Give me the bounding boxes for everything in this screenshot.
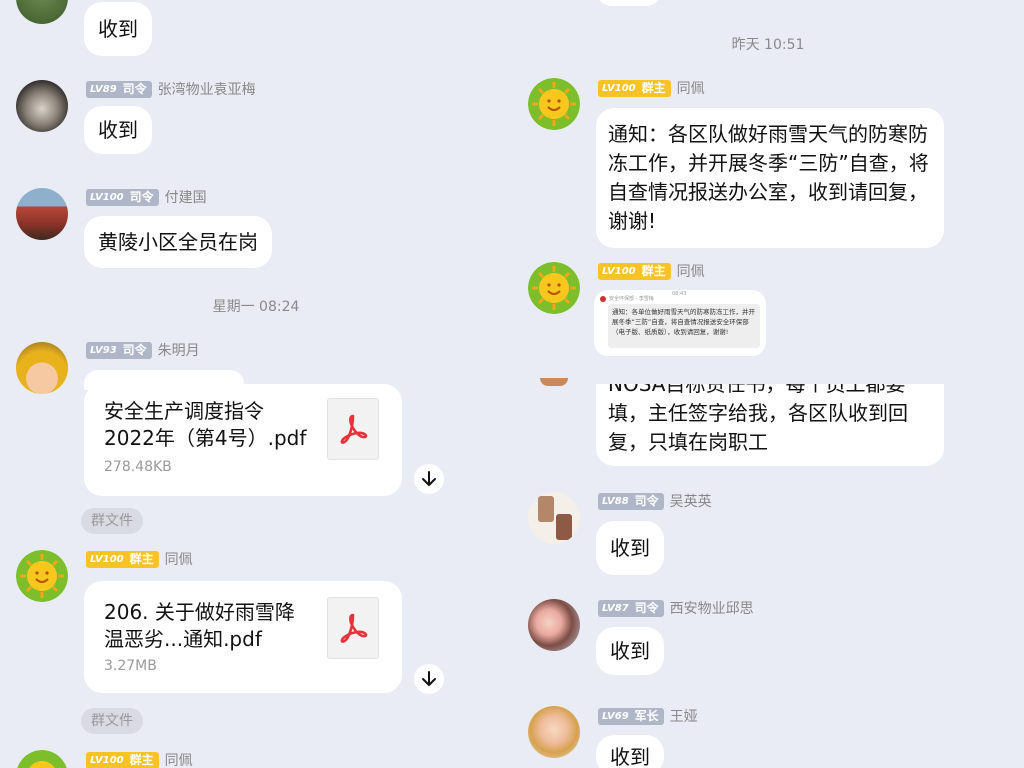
message-text: 收到 [610,745,650,768]
sender-name[interactable]: 同佩 [165,549,193,569]
level-badge: LV100 群主 [598,79,671,97]
message-header: LV69 军长 王娅 [598,706,698,726]
arrow-down-icon [422,671,436,686]
user-avatar[interactable] [16,550,68,602]
arrow-down-icon [422,471,436,486]
message-bubble[interactable]: 收到 [84,2,152,56]
group-file-tag[interactable]: 群文件 [81,508,143,534]
user-avatar[interactable] [16,80,68,132]
user-avatar[interactable] [16,0,68,24]
message-bubble[interactable]: 黄陵小区全员在岗 [84,216,272,268]
download-button[interactable] [414,664,444,694]
level-badge: LV100 群主 [598,262,671,280]
sender-name[interactable]: 吴英英 [670,491,712,511]
user-avatar[interactable] [16,750,68,768]
level-badge: LV93 司令 [86,341,152,359]
message-bubble[interactable]: 收到 [596,521,664,575]
message-text: 收到 [610,536,650,560]
message-bubble[interactable]: 收到 [84,106,152,154]
message-header: LV100 司令 付建国 [86,187,207,207]
level-badge: LV100 群主 [86,550,159,568]
level-badge: LV69 军长 [598,707,664,725]
left-chat-column: 收到 LV89 司令 张湾物业袁亚梅 收到 LV100 司令 付建国 黄陵小区全员在… [0,0,512,768]
thumb-time: 08:43 [672,291,687,297]
message-header: LV87 司令 西安物业邱思 [598,598,754,618]
thumb-avatar [600,296,606,302]
file-name: 206. 关于做好雨雪降温恶劣...通知.pdf [104,600,295,651]
sender-name[interactable]: 付建国 [165,187,207,207]
level-badge: LV100 司令 [86,188,159,206]
message-text: 收到 [98,17,138,41]
image-thumbnail[interactable]: 安全环保部 · 李雪梅 08:43 通知：各单位做好雨雪天气的防寒防冻工作，并开… [594,290,766,356]
right-chat-column: 昨天 10:51 LV100 群主 同佩 通知：各区队做好雨雪天气的防寒防冻工作，… [512,0,1024,768]
message-header: LV100 群主 同佩 [598,261,705,281]
message-header: LV100 群主 同佩 [86,750,193,768]
level-badge: LV88 司令 [598,492,664,510]
user-avatar[interactable] [528,599,580,651]
message-bubble[interactable]: 收到 [596,627,664,675]
file-card[interactable]: 安全生产调度指令2022年（第4号）.pdf 278.48KB [84,384,402,496]
sender-name[interactable]: 朱明月 [158,340,200,360]
sender-name[interactable]: 西安物业邱思 [670,598,754,618]
level-badge: LV89 司令 [86,80,152,98]
message-bubble[interactable]: NOSA目标责任书，每个员工都要填，主任签字给我，各区队收到回复，只填在岗职工 [596,384,944,466]
sender-name[interactable]: 同佩 [677,261,705,281]
message-header: LV100 群主 同佩 [86,549,193,569]
level-badge: LV87 司令 [598,599,664,617]
message-text: NOSA目标责任书，每个员工都要填，主任签字给我，各区队收到回复，只填在岗职工 [608,384,908,454]
file-name: 安全生产调度指令2022年（第4号）.pdf [104,399,307,450]
sun-avatar-icon [16,550,68,602]
file-card[interactable]: 206. 关于做好雨雪降温恶劣...通知.pdf 3.27MB [84,581,402,693]
level-badge: LV100 群主 [86,751,159,768]
sender-name[interactable]: 张湾物业袁亚梅 [158,79,256,99]
pdf-icon [327,398,379,460]
thumb-text: 通知：各单位做好雨雪天气的防寒防冻工作，并开展冬季“三防”自查，将自查情况报送安… [608,304,760,348]
user-avatar[interactable] [16,342,68,394]
group-file-tag[interactable]: 群文件 [81,708,143,734]
thumb-sender: 安全环保部 · 李雪梅 [609,296,654,302]
sun-avatar-icon [528,262,580,314]
message-text: 收到 [98,118,138,142]
message-bubble[interactable]: 收到 [596,735,664,768]
download-button[interactable] [414,464,444,494]
message-header: LV100 群主 同佩 [598,78,705,98]
file-size: 3.27MB [104,658,157,674]
sender-name[interactable]: 同佩 [677,78,705,98]
sender-name[interactable]: 同佩 [165,750,193,768]
message-text: 通知：各区队做好雨雪天气的防寒防冻工作，并开展冬季“三防”自查，将自查情况报送办… [608,122,929,233]
message-header: LV93 司令 朱明月 [86,340,200,360]
timestamp: 星期一 08:24 [212,299,300,315]
pdf-icon [327,597,379,659]
message-text: 收到 [610,639,650,663]
user-avatar[interactable] [16,188,68,240]
message-bubble-partial [596,0,662,6]
message-text: 黄陵小区全员在岗 [98,230,258,254]
sun-avatar-icon [528,78,580,130]
message-header: LV88 司令 吴英英 [598,491,712,511]
user-avatar[interactable] [528,262,580,314]
file-size: 278.48KB [104,459,172,475]
sender-name[interactable]: 王娅 [670,706,698,726]
message-header: LV89 司令 张湾物业袁亚梅 [86,79,256,99]
user-avatar[interactable] [528,492,580,544]
user-avatar[interactable] [528,706,580,758]
sun-avatar-icon [17,750,67,768]
message-bubble[interactable]: 通知：各区队做好雨雪天气的防寒防冻工作，并开展冬季“三防”自查，将自查情况报送办… [596,108,944,248]
timestamp: 昨天 10:51 [731,37,805,53]
user-avatar[interactable] [528,78,580,130]
user-avatar-partial [540,378,568,386]
